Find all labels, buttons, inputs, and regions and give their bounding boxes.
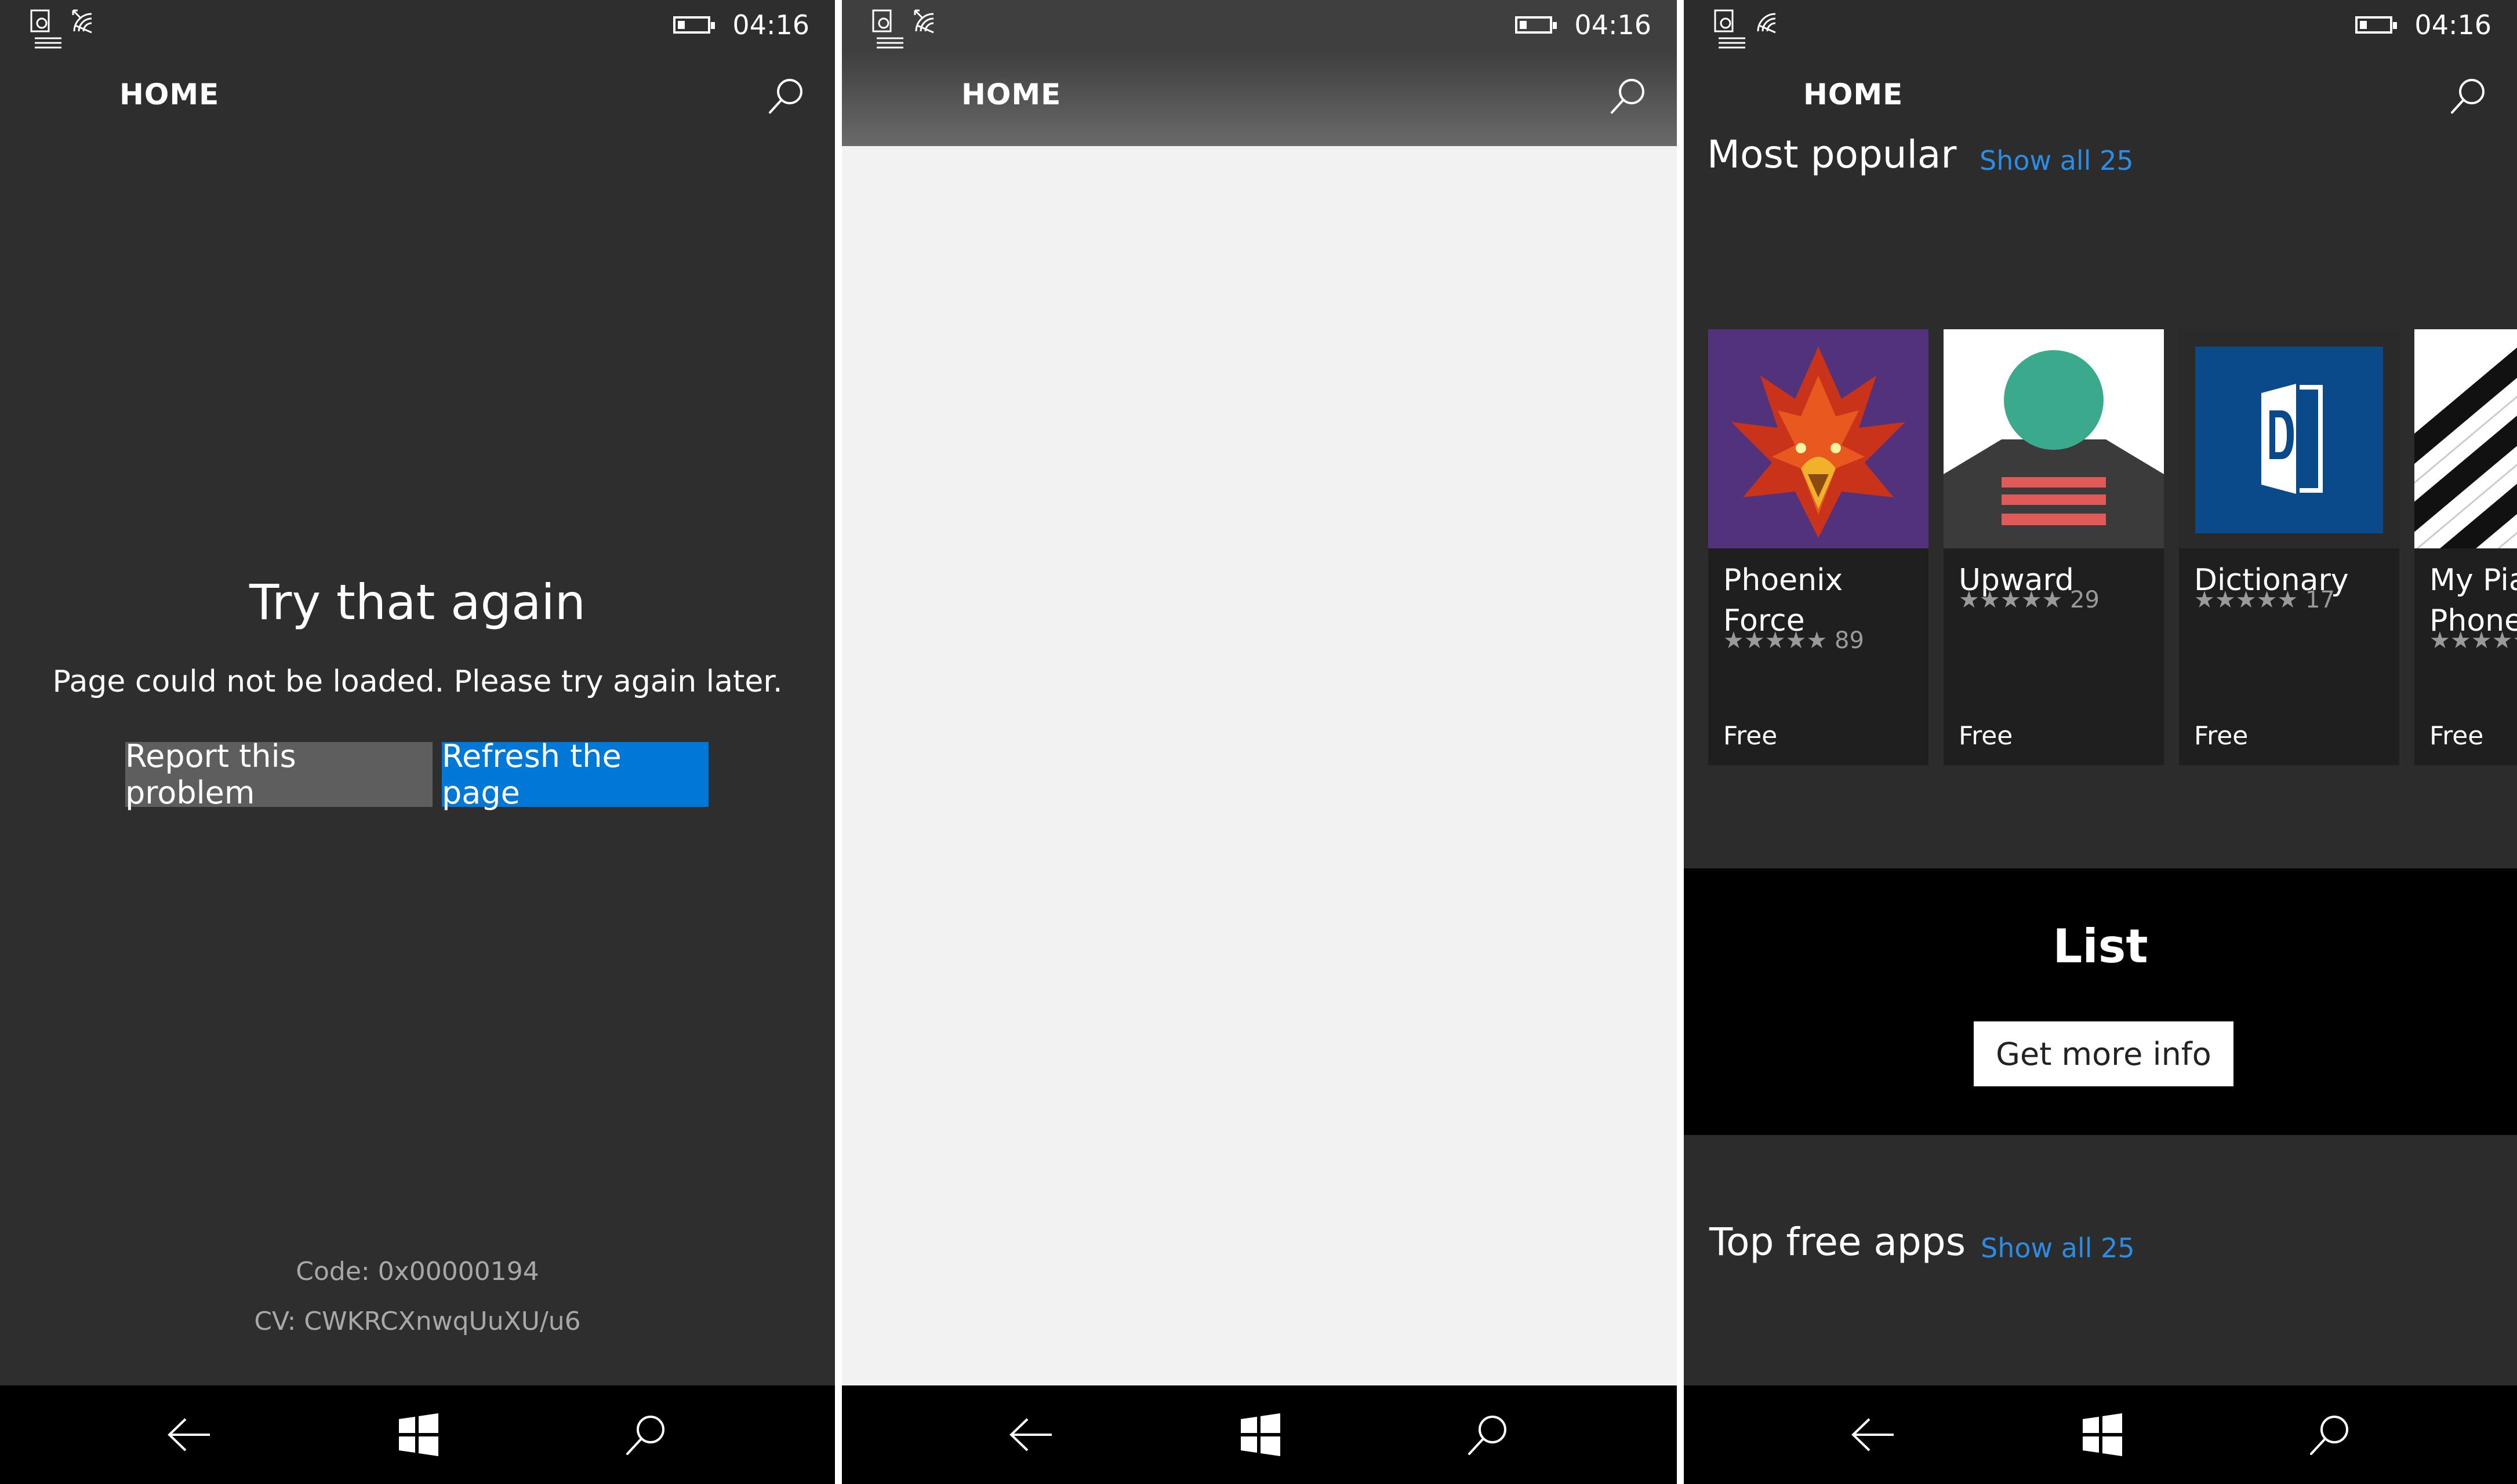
error-message: Page could not be loaded. Please try aga… <box>52 664 783 699</box>
windows-start-icon[interactable] <box>392 1409 444 1461</box>
battery-icon <box>1515 16 1557 34</box>
page-title: HOME <box>1803 78 1904 111</box>
app-price: Free <box>1723 721 1778 751</box>
most-popular-heading: Most popular <box>1707 132 1957 177</box>
app-rating: ★★★★★ 29 <box>1959 587 2100 613</box>
battery-icon <box>2355 16 2398 34</box>
app-tile-dictionary[interactable]: Dictionary ★★★★★ 17 Free <box>2179 329 2399 765</box>
windows-start-icon[interactable] <box>1234 1409 1286 1461</box>
error-title: Try that again <box>249 574 586 631</box>
report-problem-button[interactable]: Report this problem <box>125 738 433 811</box>
app-rating: ★★★★★ <box>2429 627 2517 654</box>
rating-count: 89 <box>1835 627 1864 654</box>
piano-keys-icon <box>2414 329 2517 548</box>
search-icon[interactable] <box>1461 1409 1513 1461</box>
navigation-bar <box>0 1385 835 1484</box>
get-more-info-button[interactable]: Get more info <box>1974 1021 2233 1086</box>
app-price: Free <box>1959 721 2013 751</box>
search-icon[interactable] <box>767 77 806 116</box>
search-icon[interactable] <box>619 1409 671 1461</box>
rating-stars: ★★★★★ <box>2194 587 2298 613</box>
promo-banner: List Get more info <box>1684 868 2517 1135</box>
windows-start-icon[interactable] <box>2076 1409 2128 1461</box>
notification-icons <box>872 9 934 49</box>
clock: 04:16 <box>1574 9 1651 41</box>
error-code: Code: 0x00000194 <box>296 1257 539 1286</box>
rating-stars: ★★★★★ <box>1723 627 1828 654</box>
dictionary-book-icon <box>2179 329 2399 548</box>
loading-screen: 04:16 HOME <box>842 0 1677 1484</box>
battery-icon <box>673 16 715 34</box>
phoenix-bird-icon <box>1708 329 1928 548</box>
rating-stars: ★★★★★ <box>2429 627 2517 654</box>
app-rating: ★★★★★ 17 <box>2194 587 2335 613</box>
navigation-bar <box>842 1385 1677 1484</box>
app-tile-phoenix-force[interactable]: Phoenix Force ★★★★★ 89 Free <box>1708 329 1928 765</box>
rating-count: 29 <box>2070 587 2100 613</box>
back-arrow-icon[interactable] <box>164 1409 216 1461</box>
rating-count: 17 <box>2305 587 2335 613</box>
notification-icons <box>1714 9 1776 49</box>
navigation-bar <box>1684 1385 2517 1484</box>
app-tile-upward[interactable]: Upward ★★★★★ 29 Free <box>1944 329 2164 765</box>
refresh-page-button[interactable]: Refresh the page <box>442 738 709 811</box>
page-title: HOME <box>961 78 1062 111</box>
status-bar: 04:16 <box>842 0 1677 52</box>
banner-title: List <box>2053 919 2148 973</box>
notification-icons <box>30 9 92 49</box>
app-tile-my-piano-phone[interactable]: My Piano Phone ★★★★★ Free <box>2414 329 2517 765</box>
clock: 04:16 <box>732 9 809 41</box>
correlation-vector: CV: CWKRCXnwqUuXU/u6 <box>254 1307 581 1336</box>
status-bar: 04:16 <box>1684 0 2517 52</box>
show-all-top-free-link[interactable]: Show all 25 <box>1981 1232 2135 1264</box>
search-icon[interactable] <box>2449 77 2488 116</box>
back-arrow-icon[interactable] <box>1847 1409 1899 1461</box>
app-price: Free <box>2429 721 2484 751</box>
search-icon[interactable] <box>1608 77 1648 116</box>
error-screen: 04:16 HOME Try that again Page could not… <box>0 0 835 1484</box>
back-arrow-icon[interactable] <box>1005 1409 1058 1461</box>
status-bar: 04:16 <box>0 0 835 52</box>
store-home-screen: 04:16 HOME Most popular Show all 25 Phoe… <box>1684 0 2517 1484</box>
upward-circle-icon <box>1944 329 2164 548</box>
search-icon[interactable] <box>2303 1409 2355 1461</box>
app-rating: ★★★★★ 89 <box>1723 627 1864 654</box>
show-all-most-popular-link[interactable]: Show all 25 <box>1980 145 2134 176</box>
clock: 04:16 <box>2414 9 2491 41</box>
rating-stars: ★★★★★ <box>1959 587 2063 613</box>
app-price: Free <box>2194 721 2249 751</box>
top-free-apps-heading: Top free apps <box>1709 1220 1966 1264</box>
page-title: HOME <box>119 78 220 111</box>
